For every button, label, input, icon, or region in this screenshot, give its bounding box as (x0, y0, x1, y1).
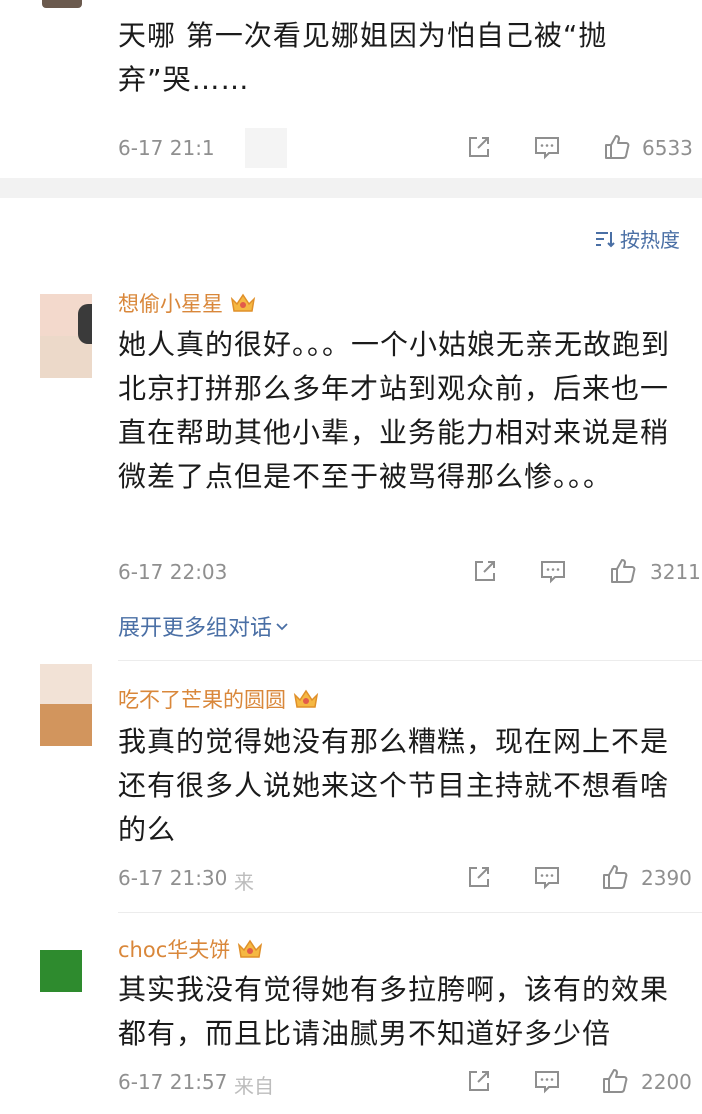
comment-time: 6-17 21:1 (118, 136, 215, 160)
comment-icon[interactable] (538, 556, 568, 586)
blurred-region (245, 128, 287, 168)
comment-time: 6-17 21:57 (118, 1070, 228, 1094)
divider (118, 912, 702, 913)
comment-text: 其实我没有觉得她有多拉胯啊，该有的效果都有，而且比请油腻男不知道好多少倍 (118, 973, 670, 1050)
comment-icon[interactable] (532, 1066, 562, 1096)
username-label: 吃不了芒果的圆圆 (118, 688, 286, 712)
like-icon[interactable] (600, 1066, 630, 1096)
crown-badge-icon (230, 293, 256, 312)
comment-meta-top: 6-17 21:1 6533 (0, 128, 702, 168)
share-icon[interactable] (464, 132, 494, 162)
section-gap (0, 178, 702, 198)
comment-text: 她人真的很好。。。一个小姑娘无亲无故跑到北京打拼那么多年才站到观众前，后来也一直… (118, 328, 671, 493)
avatar[interactable] (40, 294, 92, 378)
comment-source: 来 (234, 870, 254, 894)
chevron-down-icon (276, 623, 288, 631)
sort-icon (596, 231, 615, 247)
crown-badge-icon (293, 689, 319, 708)
comment-meta: 6-17 21:57 来自 2200 (0, 1062, 702, 1102)
like-count: 2200 (641, 1070, 692, 1094)
username[interactable]: 吃不了芒果的圆圆 (118, 684, 320, 714)
like-count: 2390 (641, 866, 692, 890)
expand-more-link[interactable]: 展开更多组对话 (118, 610, 290, 642)
username[interactable]: choc华夫饼 (118, 934, 264, 964)
sort-control[interactable]: 按热度 (594, 224, 680, 253)
comment-icon[interactable] (532, 862, 562, 892)
avatar-top[interactable] (42, 0, 82, 8)
comment-time: 6-17 22:03 (118, 560, 228, 584)
crown-badge-icon (238, 939, 263, 958)
sort-label: 按热度 (620, 228, 680, 252)
comment-meta: 6-17 22:03 3211 (0, 552, 702, 592)
like-icon[interactable] (600, 862, 630, 892)
expand-more-label: 展开更多组对话 (118, 616, 273, 641)
avatar[interactable] (40, 950, 82, 992)
username-label: choc华夫饼 (118, 938, 231, 962)
like-icon[interactable] (608, 556, 638, 586)
username-label: 想偷小星星 (118, 292, 223, 316)
divider (118, 660, 702, 661)
avatar[interactable] (40, 664, 92, 746)
comment-meta: 6-17 21:30 来 2390 (0, 858, 702, 898)
like-icon[interactable] (602, 132, 632, 162)
like-count: 6533 (642, 136, 693, 160)
comment-text-top: 天哪 第一次看见娜姐因为怕自己被“抛弃”哭…… (118, 19, 608, 96)
comment-time: 6-17 21:30 (118, 866, 228, 890)
share-icon[interactable] (464, 862, 494, 892)
comment-source: 来自 (234, 1074, 274, 1098)
share-icon[interactable] (464, 1066, 494, 1096)
username[interactable]: 想偷小星星 (118, 288, 257, 318)
like-count: 3211 (650, 560, 701, 584)
comment-icon[interactable] (532, 132, 562, 162)
share-icon[interactable] (470, 556, 500, 586)
comment-text: 我真的觉得她没有那么糟糕，现在网上不是还有很多人说她来这个节目主持就不想看啥的么 (118, 725, 670, 846)
